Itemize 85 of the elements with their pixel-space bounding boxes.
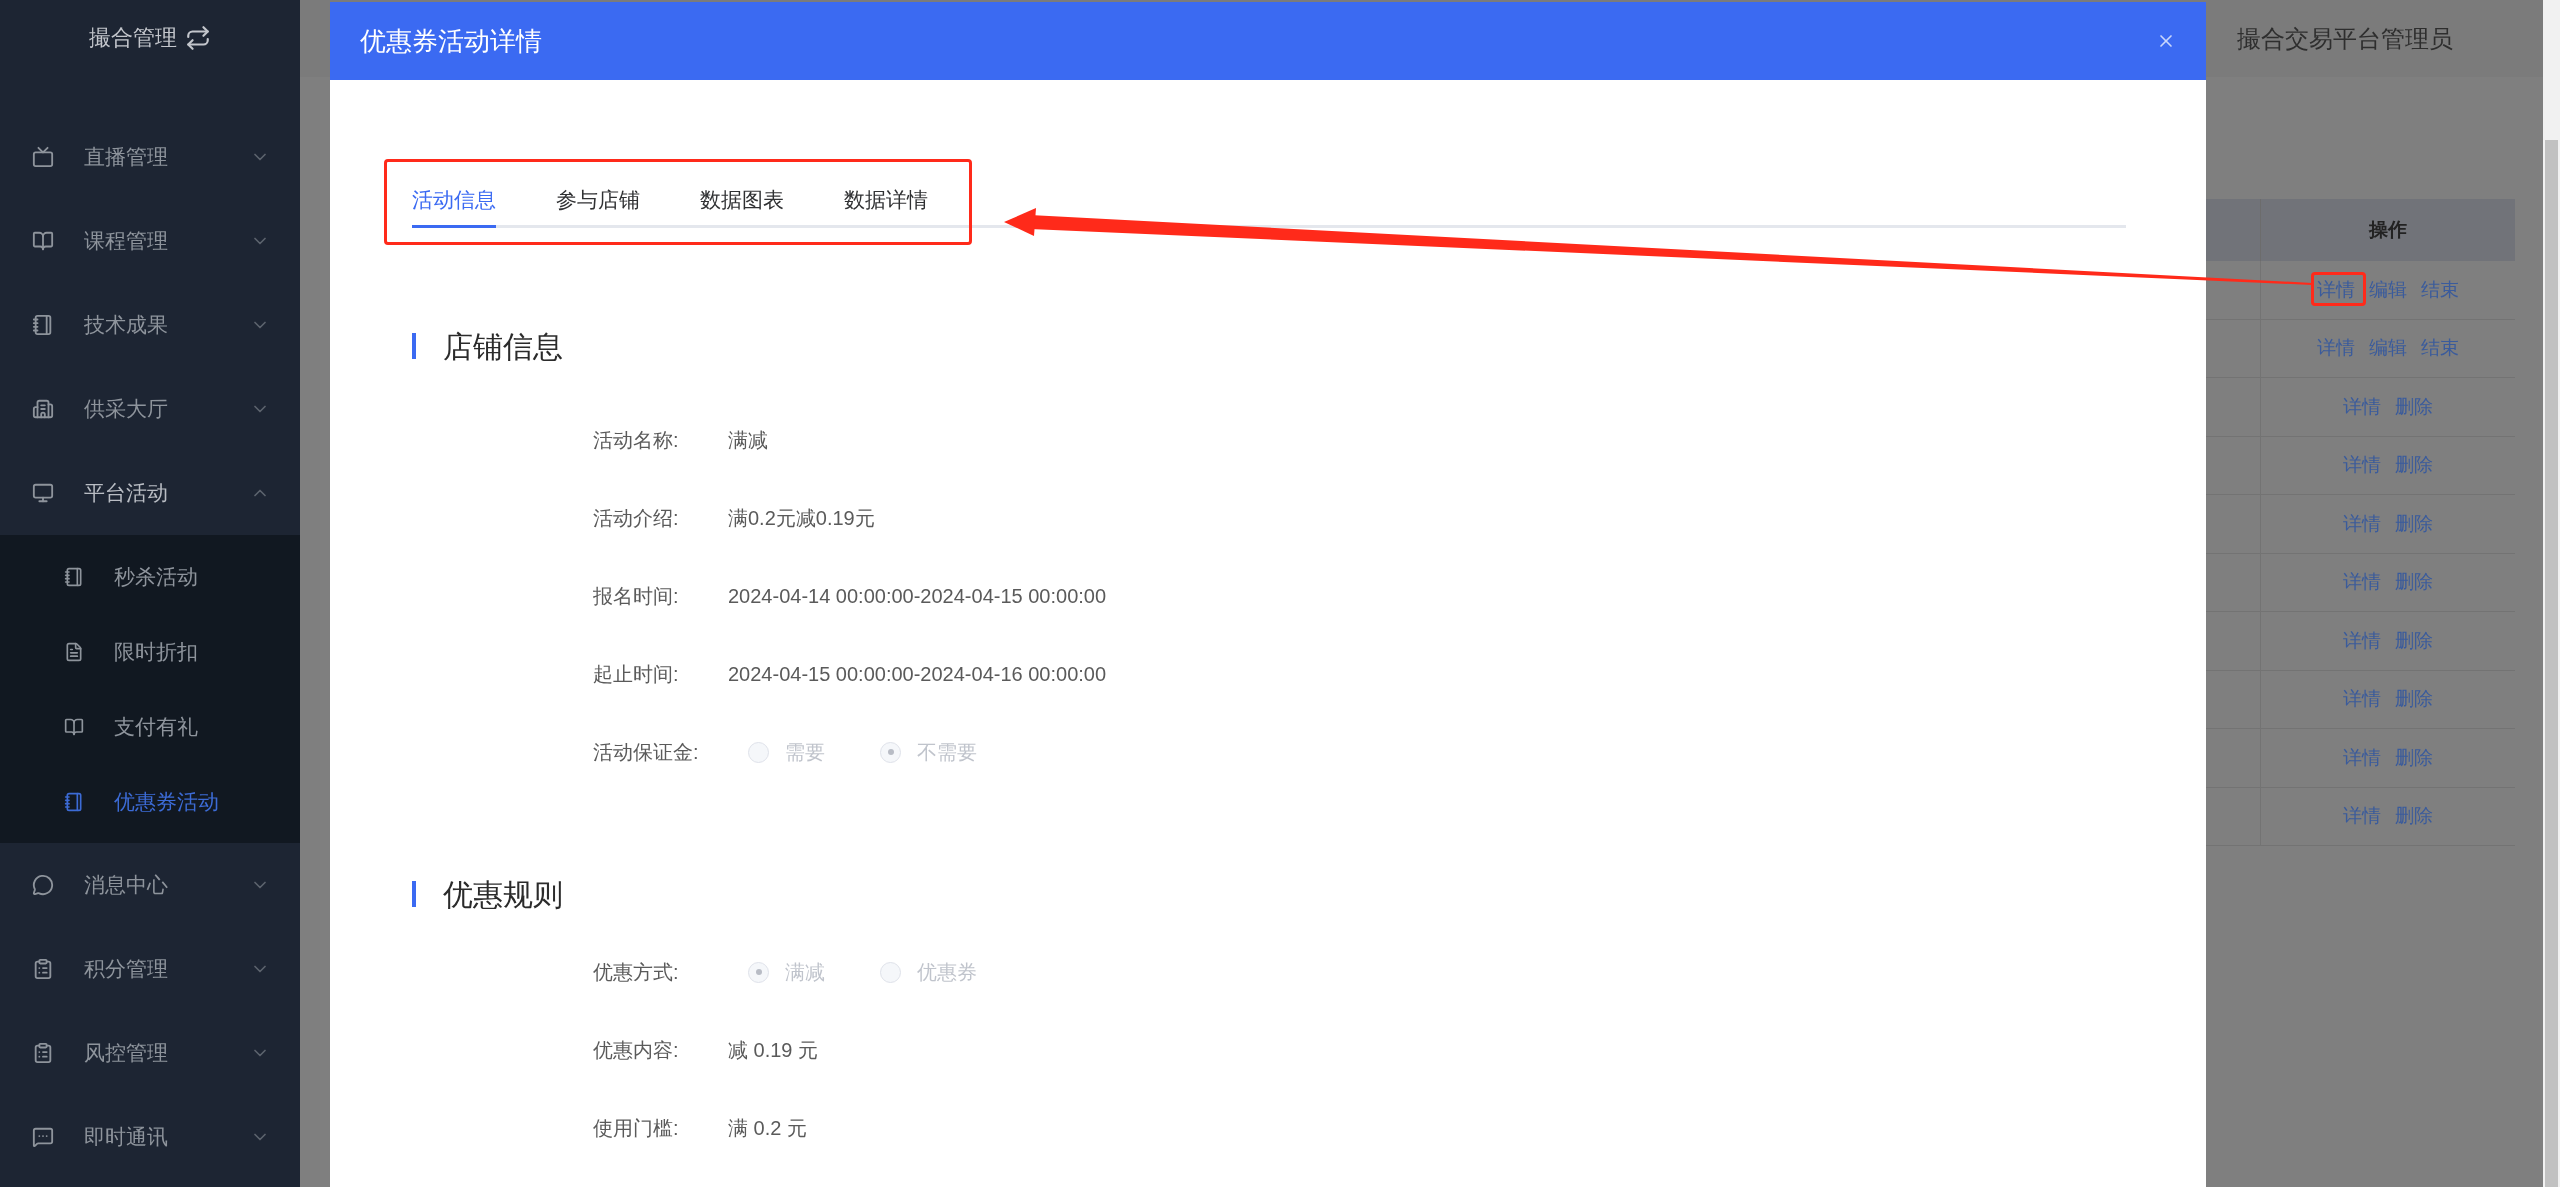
message-icon xyxy=(32,1126,54,1148)
tab[interactable]: 数据图表 xyxy=(700,174,784,228)
tab[interactable]: 数据详情 xyxy=(844,174,928,228)
book-icon xyxy=(64,716,84,737)
menu-item[interactable]: 平台活动 xyxy=(0,451,300,535)
submenu-item[interactable]: 限时折扣 xyxy=(0,614,300,689)
scrollbar[interactable] xyxy=(2543,0,2560,1187)
action-link[interactable]: 删除 xyxy=(2395,626,2433,655)
menu-item[interactable]: 供采大厅 xyxy=(0,367,300,451)
action-link[interactable]: 删除 xyxy=(2395,685,2433,714)
field-label: 活动保证金: xyxy=(593,740,700,765)
action-link[interactable]: 详情 xyxy=(2343,568,2381,597)
field-value: 满0.2元减0.19元 xyxy=(728,506,875,531)
field-value: 满 0.2 元 xyxy=(728,1116,807,1141)
section-marker xyxy=(412,333,416,359)
radio-label: 不需要 xyxy=(917,740,977,765)
radio-button[interactable] xyxy=(880,961,901,983)
action-link[interactable]: 删除 xyxy=(2395,802,2433,831)
clipboard-icon xyxy=(32,958,54,980)
notebook-icon xyxy=(32,314,54,336)
action-link[interactable]: 删除 xyxy=(2395,451,2433,480)
action-link[interactable]: 结束 xyxy=(2421,334,2459,363)
action-link[interactable]: 详情 xyxy=(2343,392,2381,421)
action-link[interactable]: 编辑 xyxy=(2369,275,2407,304)
submenu-item[interactable]: 支付有礼 xyxy=(0,689,300,764)
tab[interactable]: 参与店铺 xyxy=(556,174,640,228)
sidebar-title: 撮合管理 xyxy=(89,24,177,52)
radio-label: 需要 xyxy=(785,740,825,765)
action-link[interactable]: 详情 xyxy=(2343,802,2381,831)
field-label: 活动介绍: xyxy=(593,506,680,531)
action-link[interactable]: 删除 xyxy=(2395,743,2433,772)
highlight-frame xyxy=(2311,272,2366,306)
field-label: 起止时间: xyxy=(593,662,680,687)
clipboard-icon xyxy=(32,1042,54,1064)
action-link[interactable]: 删除 xyxy=(2395,568,2433,597)
section-title: 优惠规则 xyxy=(443,876,563,913)
tab[interactable]: 活动信息 xyxy=(412,174,496,228)
book-icon xyxy=(32,230,54,252)
action-link[interactable]: 详情 xyxy=(2343,451,2381,480)
submenu-item[interactable]: 优惠券活动 xyxy=(0,764,300,839)
action-link[interactable]: 删除 xyxy=(2395,509,2433,538)
action-link[interactable]: 删除 xyxy=(2395,392,2433,421)
user-name: 撮合交易平台管理员 xyxy=(2237,23,2453,54)
document-icon xyxy=(64,641,84,662)
action-link[interactable]: 详情 xyxy=(2317,275,2355,304)
action-link[interactable]: 编辑 xyxy=(2369,334,2407,363)
radio-button[interactable] xyxy=(748,961,769,983)
radio-button[interactable] xyxy=(880,741,901,763)
menu-item[interactable]: 积分管理 xyxy=(0,927,300,1011)
notebook-icon xyxy=(64,791,84,812)
field-label: 报名时间: xyxy=(593,584,680,609)
field-value: 满减 xyxy=(728,428,768,453)
field-value: 减 0.19 元 xyxy=(728,1038,819,1063)
section-title: 店铺信息 xyxy=(443,328,563,365)
menu-item[interactable]: 直播管理 xyxy=(0,115,300,199)
action-link[interactable]: 详情 xyxy=(2343,626,2381,655)
menu-item[interactable]: 风控管理 xyxy=(0,1011,300,1095)
tv-icon xyxy=(32,146,54,168)
dialog-title: 优惠券活动详情 xyxy=(360,24,543,58)
field-label: 优惠内容: xyxy=(593,1038,680,1063)
field-label: 活动名称: xyxy=(593,428,680,453)
field-label: 使用门槛: xyxy=(593,1116,680,1141)
field-value: 2024-04-14 00:00:00-2024-04-15 00:00:00 xyxy=(728,584,1107,609)
menu-item[interactable]: 课程管理 xyxy=(0,199,300,283)
monitor-icon xyxy=(32,482,54,504)
radio-label: 优惠券 xyxy=(917,960,977,985)
field-value: 2024-04-15 00:00:00-2024-04-16 00:00:00 xyxy=(728,662,1107,687)
notebook-icon xyxy=(64,566,84,587)
chat-bubble-icon xyxy=(32,874,54,896)
column-header: 操作 xyxy=(2369,217,2407,242)
action-link[interactable]: 详情 xyxy=(2343,743,2381,772)
submenu-item[interactable]: 秒杀活动 xyxy=(0,539,300,614)
action-link[interactable]: 详情 xyxy=(2317,334,2355,363)
menu-item[interactable]: 消息中心 xyxy=(0,843,300,927)
menu-item[interactable]: 技术成果 xyxy=(0,283,300,367)
action-link[interactable]: 结束 xyxy=(2421,275,2459,304)
action-link[interactable]: 详情 xyxy=(2343,509,2381,538)
field-label: 优惠方式: xyxy=(593,960,680,985)
action-link[interactable]: 详情 xyxy=(2343,685,2381,714)
section-marker xyxy=(412,881,416,907)
radio-label: 满减 xyxy=(785,960,825,985)
menu-item[interactable]: 即时通讯 xyxy=(0,1095,300,1179)
switch-icon[interactable] xyxy=(185,24,211,51)
building-icon xyxy=(32,398,54,420)
radio-button[interactable] xyxy=(748,741,769,763)
